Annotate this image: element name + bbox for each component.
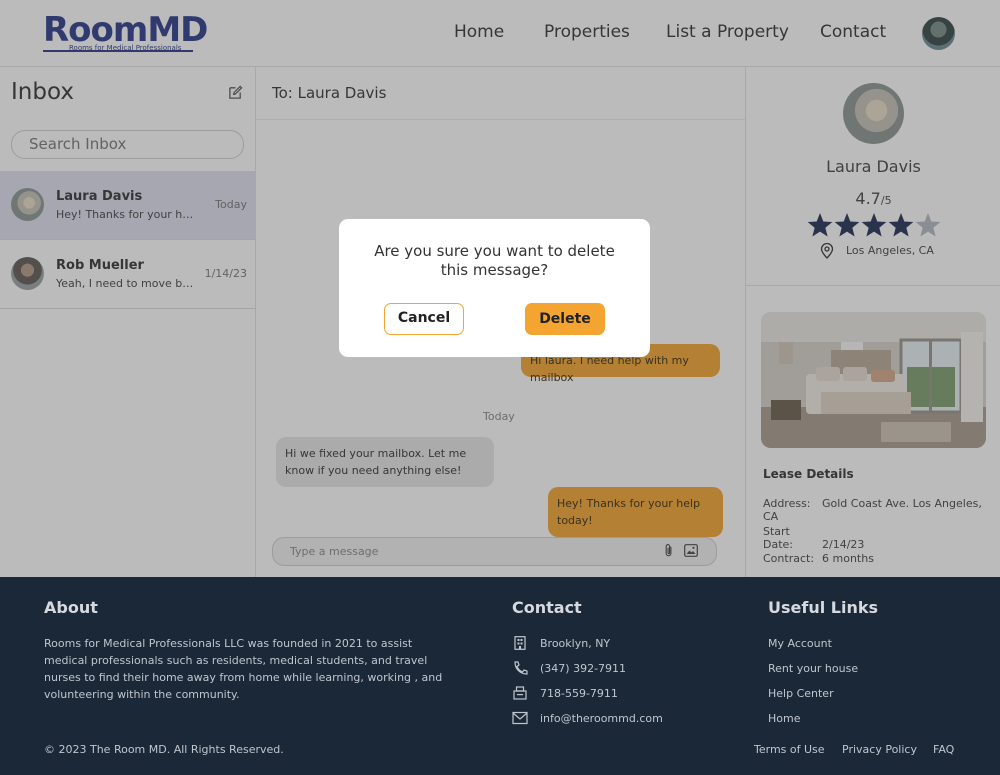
footer-contact-text: info@theroommd.com [540,712,663,725]
delete-button[interactable]: Delete [525,303,605,335]
delete-confirm-dialog: Are you sure you want to delete this mes… [339,219,650,357]
footer-about-title: About [44,598,98,617]
footer-contact-text: Brooklyn, NY [540,637,611,650]
privacy-policy-link[interactable]: Privacy Policy [842,743,917,756]
copyright-text: © 2023 The Room MD. All Rights Reserved. [44,743,284,756]
faq-link[interactable]: FAQ [933,743,954,756]
footer-link-help-center[interactable]: Help Center [768,687,834,700]
phone-icon [514,661,528,675]
footer-about-text: Rooms for Medical Professionals LLC was … [44,637,443,701]
footer-link-rent-house[interactable]: Rent your house [768,662,858,675]
footer-contact-text: (347) 392-7911 [540,662,627,675]
site-footer: About Rooms for Medical Professionals LL… [0,577,1000,775]
dialog-message: Are you sure you want to delete this mes… [374,242,615,279]
footer-contact-text: 718-559-7911 [540,687,618,700]
cancel-button[interactable]: Cancel [384,303,464,335]
fax-icon [513,686,527,700]
footer-contact-title: Contact [512,598,582,617]
footer-links-title: Useful Links [768,598,879,617]
footer-link-my-account[interactable]: My Account [768,637,832,650]
mail-icon [512,711,528,725]
terms-of-use-link[interactable]: Terms of Use [754,743,825,756]
building-icon [514,636,526,650]
footer-link-home[interactable]: Home [768,712,800,725]
